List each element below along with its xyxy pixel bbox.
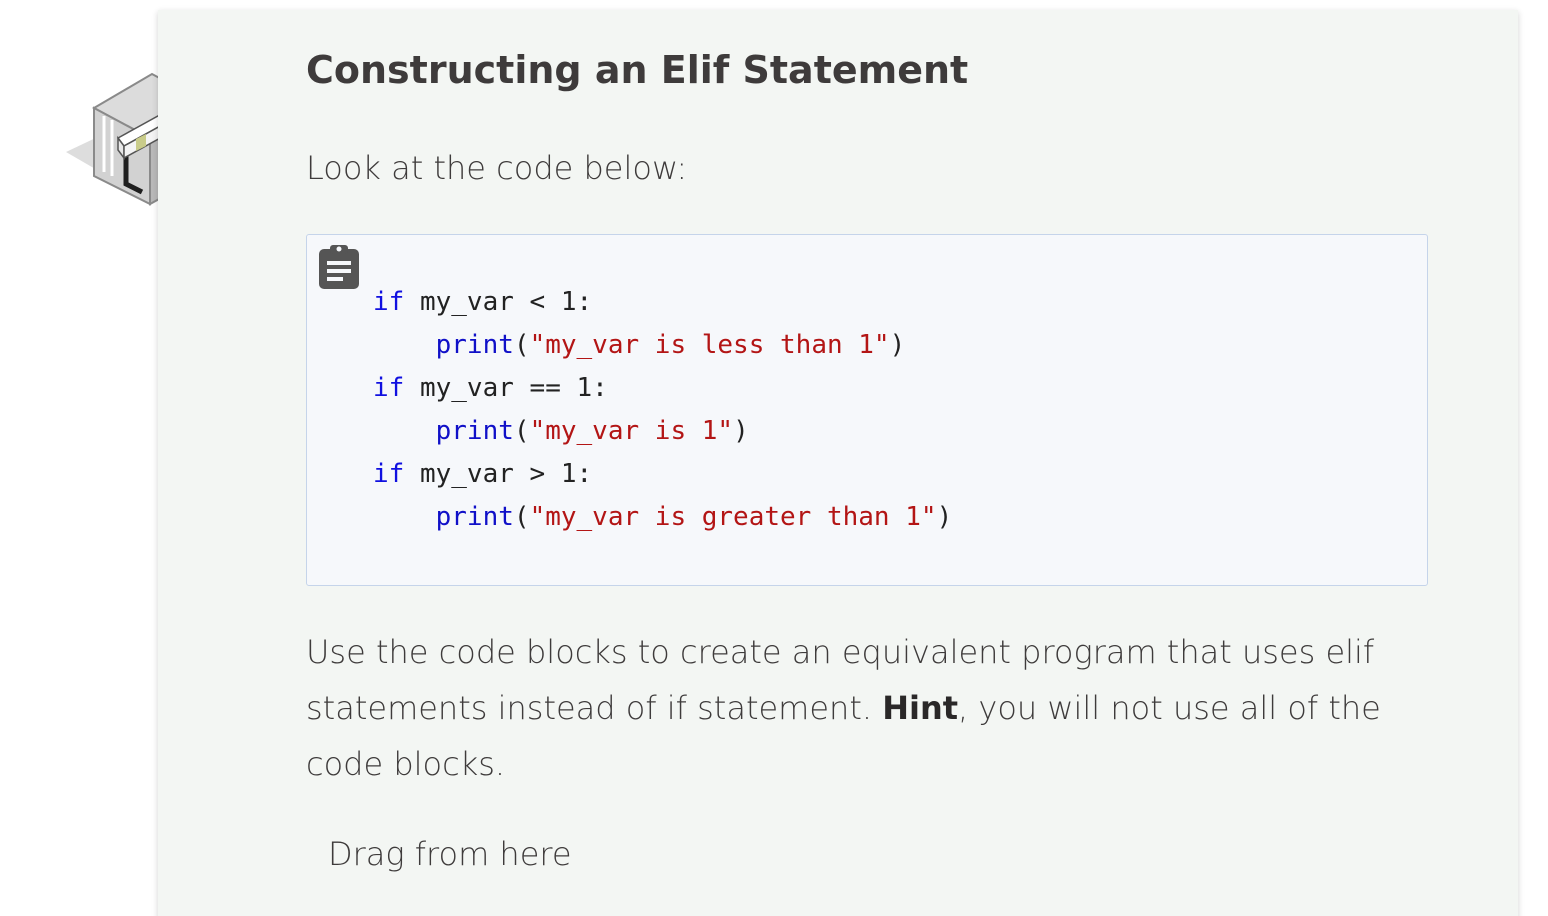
code-keyword: if	[373, 459, 405, 489]
page: Constructing an Elif Statement Look at t…	[0, 0, 1548, 916]
code-keyword: if	[373, 287, 405, 317]
code-paren-open: (	[513, 330, 530, 360]
code-function: print	[435, 502, 514, 532]
code-keyword: if	[373, 373, 405, 403]
page-title: Constructing an Elif Statement	[306, 48, 969, 92]
code-paren-open: (	[513, 416, 530, 446]
code-paren-close: )	[936, 502, 953, 532]
code-line: print("my_var is 1")	[373, 410, 952, 453]
code-text: if my_var < 1: print("my_var is less tha…	[373, 281, 952, 539]
code-function: print	[435, 330, 514, 360]
code-line: print("my_var is less than 1")	[373, 324, 952, 367]
code-string: "my_var is 1"	[529, 416, 734, 446]
code-line: print("my_var is greater than 1")	[373, 496, 953, 539]
code-paren-close: )	[733, 416, 749, 446]
code-text-segment: my_var > 1:	[404, 459, 593, 489]
code-block: if my_var < 1: print("my_var is less tha…	[306, 234, 1428, 586]
code-line: if my_var < 1:	[373, 281, 952, 324]
instructions-text: Use the code blocks to create an equival…	[306, 624, 1426, 792]
code-string: "my_var is less than 1"	[529, 330, 890, 360]
code-text-segment: my_var < 1:	[404, 287, 593, 317]
code-function: print	[435, 416, 514, 446]
intro-text: Look at the code below:	[306, 149, 688, 187]
code-line: if my_var > 1:	[373, 453, 952, 496]
drag-area-label: Drag from here	[328, 835, 572, 873]
code-line: if my_var == 1:	[373, 367, 952, 410]
code-paren-open: (	[513, 502, 530, 532]
code-text-segment: my_var == 1:	[404, 373, 608, 403]
code-string: "my_var is greater than 1"	[529, 502, 937, 532]
code-paren-close: )	[889, 330, 906, 360]
hint-label: Hint	[882, 689, 959, 727]
clipboard-icon[interactable]	[317, 243, 361, 291]
